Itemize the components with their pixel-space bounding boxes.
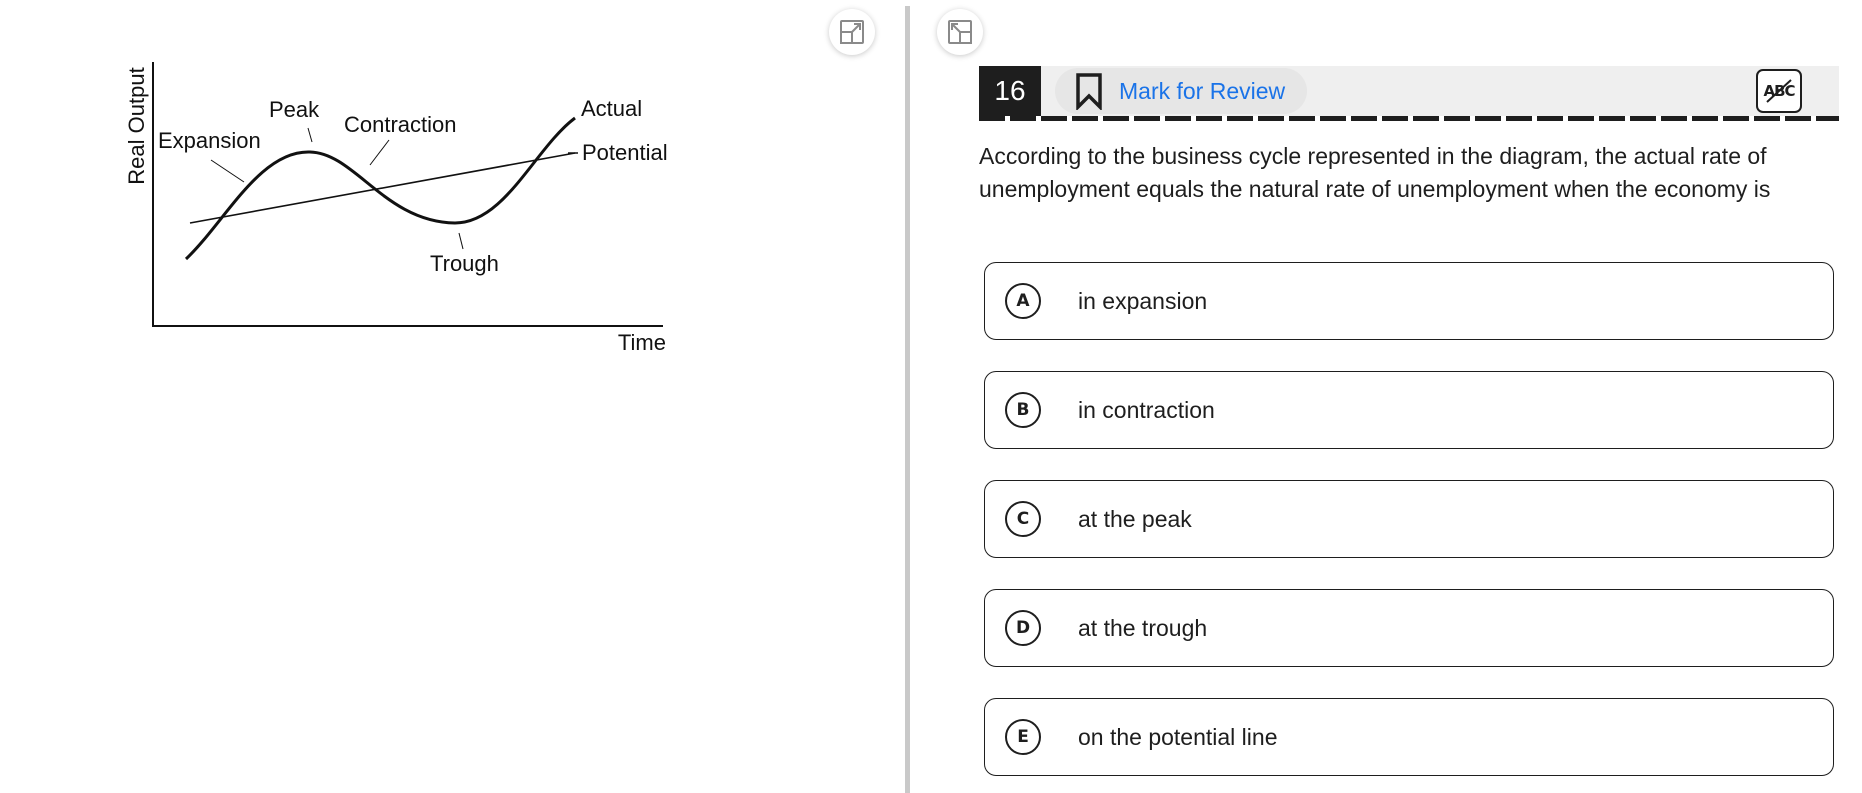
stimulus-pane: Real Output Time Expansion Peak Contract… — [0, 0, 904, 793]
choice-b[interactable]: B in contraction — [984, 371, 1834, 449]
expansion-label: Expansion — [158, 128, 261, 153]
mark-for-review-button[interactable]: Mark for Review — [1055, 68, 1307, 114]
contraction-label: Contraction — [344, 112, 457, 137]
question-number: 16 — [979, 66, 1041, 116]
choice-c-text: at the peak — [1078, 505, 1192, 532]
choice-b-text: in contraction — [1078, 396, 1215, 423]
choice-b-letter: B — [1005, 392, 1041, 428]
actual-label: Actual — [581, 96, 642, 121]
choice-e[interactable]: E on the potential line — [984, 698, 1834, 776]
expansion-leader — [210, 159, 245, 183]
business-cycle-diagram: Real Output Time Expansion Peak Contract… — [124, 62, 668, 355]
header-dashed-rule — [979, 116, 1839, 121]
y-axis-label: Real Output — [124, 67, 149, 184]
bookmark-icon — [1076, 73, 1102, 110]
peak-label: Peak — [269, 97, 320, 122]
x-axis-label: Time — [618, 330, 666, 355]
choice-e-text: on the potential line — [1078, 723, 1278, 750]
strike-line — [1766, 79, 1792, 103]
choice-a-text: in expansion — [1078, 287, 1208, 314]
choice-c[interactable]: C at the peak — [984, 480, 1834, 558]
trough-leader — [458, 232, 464, 250]
trough-label: Trough — [430, 251, 499, 276]
choice-d-text: at the trough — [1078, 614, 1208, 641]
choice-d-letter: D — [1005, 610, 1041, 646]
collapse-pane-icon — [948, 20, 972, 44]
answer-eliminator-button[interactable]: ABC — [1756, 69, 1802, 113]
expand-pane-button[interactable] — [829, 9, 875, 55]
choice-c-letter: C — [1005, 501, 1041, 537]
expand-pane-icon — [840, 20, 864, 44]
choice-e-letter: E — [1005, 719, 1041, 755]
collapse-pane-button[interactable] — [937, 9, 983, 55]
potential-label: Potential — [582, 140, 668, 165]
question-stem: According to the business cycle represen… — [979, 143, 1771, 202]
mark-for-review-label: Mark for Review — [1119, 77, 1286, 104]
choice-a-letter: A — [1005, 283, 1041, 319]
peak-leader — [307, 127, 313, 143]
choice-a[interactable]: A in expansion — [984, 262, 1834, 340]
contraction-leader — [369, 139, 390, 166]
choice-d[interactable]: D at the trough — [984, 589, 1834, 667]
